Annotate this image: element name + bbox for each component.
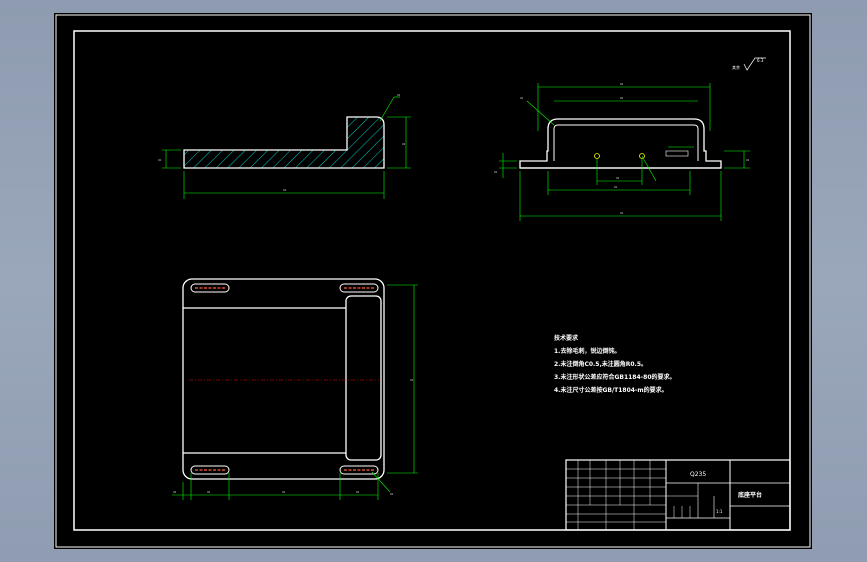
svg-text:▭: ▭ bbox=[410, 378, 413, 382]
front-view: ▭ ▭ ▭ ▭ ▭ ▭ ▭ ▭ bbox=[494, 82, 750, 221]
svg-text:▭: ▭ bbox=[614, 185, 617, 189]
raised-block bbox=[345, 295, 382, 461]
drawing-sheet: ▭ ▭ ▭ ▭ ▭ ▭ ▭ ▭ ▭ ▭ ▭ ▭ ▭ ▭ ▭ ▭ ▭ ▭ 技术要求… bbox=[54, 13, 812, 549]
svg-text:▭: ▭ bbox=[616, 176, 619, 180]
section-profile bbox=[183, 116, 385, 169]
svg-text:▭: ▭ bbox=[746, 158, 749, 162]
svg-text:▭: ▭ bbox=[158, 158, 161, 162]
svg-text:▭: ▭ bbox=[620, 96, 623, 100]
surface-finish-label: 其余 bbox=[732, 64, 740, 70]
svg-text:▭: ▭ bbox=[620, 82, 623, 86]
title-block: Q235 底座平台 1:1 bbox=[565, 459, 791, 531]
plate-outline bbox=[182, 278, 385, 480]
surface-finish-note: 其余 6.3 bbox=[732, 57, 766, 71]
svg-text:▭: ▭ bbox=[356, 490, 359, 494]
part-name: 底座平台 bbox=[738, 491, 762, 499]
outer-border bbox=[55, 14, 811, 548]
svg-text:▭: ▭ bbox=[402, 142, 405, 146]
material-label: Q235 bbox=[690, 471, 706, 478]
hole-left bbox=[594, 153, 600, 159]
technical-requirements: 技术要求 1.去除毛刺，锐边倒钝。 2.未注倒角C0.5,未注圆角R0.5。 3… bbox=[554, 334, 676, 394]
svg-text:▭: ▭ bbox=[620, 211, 623, 215]
svg-text:▭: ▭ bbox=[520, 96, 523, 100]
top-view: ▭ ▭ ▭ ▭ ▭ ▭ bbox=[172, 278, 418, 500]
svg-text:▭: ▭ bbox=[283, 188, 286, 192]
svg-text:▭: ▭ bbox=[173, 490, 176, 494]
requirement-item: 4.未注尺寸公差按GB/T1804-m的要求。 bbox=[554, 386, 668, 394]
front-outline bbox=[519, 118, 722, 169]
svg-text:▭: ▭ bbox=[207, 490, 210, 494]
requirement-item: 2.未注倒角C0.5,未注圆角R0.5。 bbox=[554, 360, 647, 368]
inner-border bbox=[73, 30, 791, 531]
requirement-item: 3.未注形状公差应符合GB1184-80的要求。 bbox=[554, 373, 676, 381]
scale-value: 1:1 bbox=[716, 509, 723, 514]
cad-drawing: ▭ ▭ ▭ ▭ ▭ ▭ ▭ ▭ ▭ ▭ ▭ ▭ ▭ ▭ ▭ ▭ ▭ ▭ 技术要求… bbox=[55, 14, 811, 548]
section-view: ▭ ▭ ▭ ▭ bbox=[158, 93, 411, 199]
slot-cut bbox=[665, 150, 689, 157]
requirements-title: 技术要求 bbox=[554, 334, 579, 342]
svg-text:▭: ▭ bbox=[494, 170, 497, 174]
surface-finish-value: 6.3 bbox=[757, 58, 764, 63]
svg-text:▭: ▭ bbox=[282, 490, 285, 494]
svg-text:▭: ▭ bbox=[390, 492, 393, 496]
svg-text:▭: ▭ bbox=[397, 93, 400, 97]
front-inner-outline bbox=[553, 124, 699, 161]
requirement-item: 1.去除毛刺，锐边倒钝。 bbox=[554, 347, 620, 355]
